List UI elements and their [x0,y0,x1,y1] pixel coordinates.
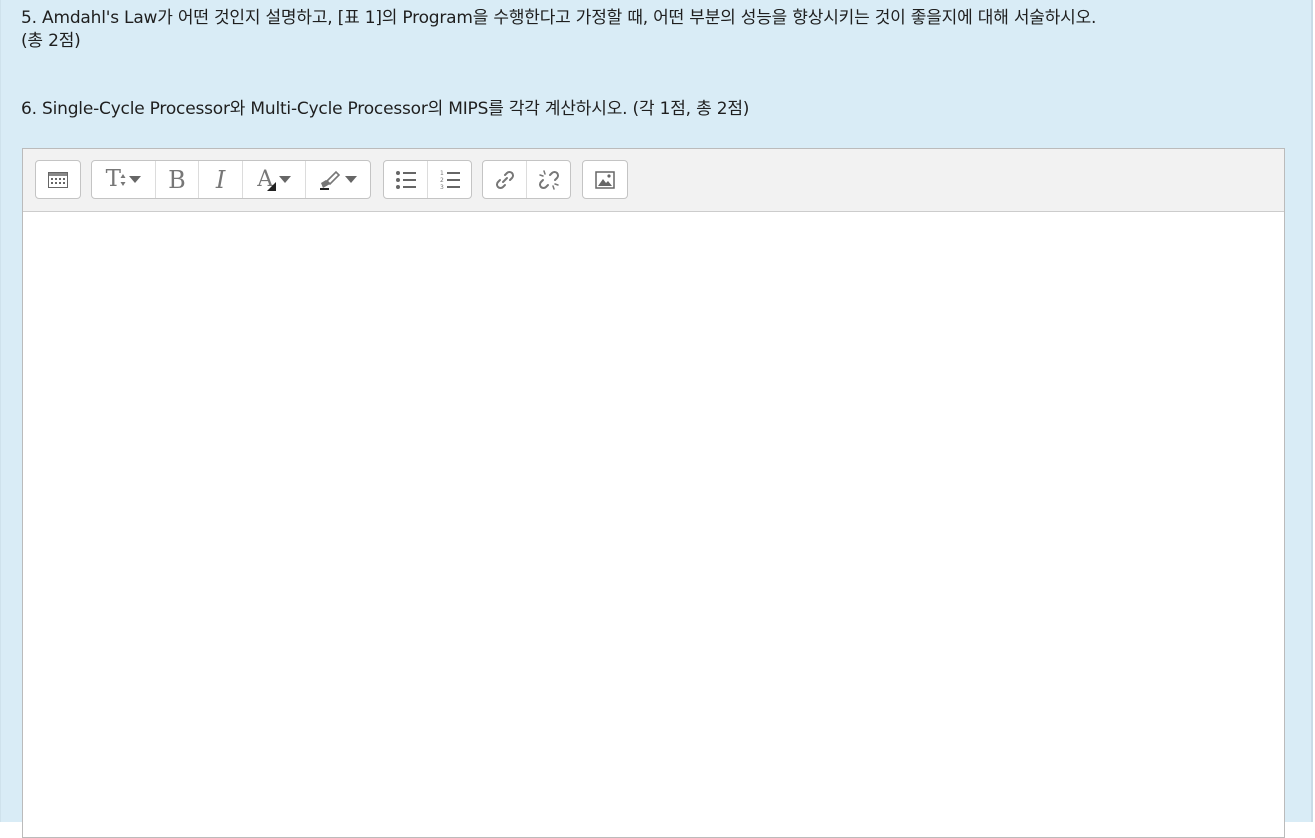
toolbar-group-lists: 123 [383,160,472,199]
question-6-text: 6. Single-Cycle Processor와 Multi-Cycle P… [21,99,750,119]
toolbar-group-media [582,160,628,199]
show-more-buttons-icon [48,171,68,188]
toolbar-group-links [482,160,571,199]
question-5-points: (총 2점) [21,31,81,51]
insert-image-button[interactable] [583,161,627,198]
background-color-icon [319,170,358,190]
italic-button[interactable]: I [199,161,243,198]
bold-button[interactable]: B [156,161,200,198]
svg-text:3: 3 [440,184,444,191]
font-color-button[interactable]: A [243,161,307,198]
chevron-down-icon [345,176,358,183]
ordered-list-button[interactable]: 123 [428,161,471,198]
bold-icon: B [168,165,186,194]
image-icon [595,170,615,189]
editor-content-area[interactable] [23,212,1284,837]
link-button[interactable] [483,161,527,198]
chevron-down-icon [128,176,141,183]
unlink-button[interactable] [527,161,570,198]
answer-editor: T B I A 1 2 3 [22,148,1285,838]
font-color-icon: A [257,168,292,191]
question-panel: 5. Amdahl's Law가 어떤 것인지 설명하고, [표 1]의 Pro… [0,0,1313,838]
text-style-button[interactable]: T [92,161,156,198]
ordered-list-icon: 123 [439,169,461,191]
unlink-icon [538,169,560,191]
unordered-list-icon [395,170,417,190]
svg-text:1: 1 [440,170,444,177]
unordered-list-button[interactable] [384,161,428,198]
text-style-icon: T [106,168,141,191]
question-5-text: 5. Amdahl's Law가 어떤 것인지 설명하고, [표 1]의 Pro… [21,8,1097,28]
svg-text:2: 2 [440,177,444,184]
italic-icon: I [215,165,226,194]
toolbar-group-collapse [35,160,81,199]
editor-toolbar: T B I A 1 2 3 [23,149,1284,212]
link-icon [494,169,516,191]
chevron-down-icon [279,176,292,183]
toolbar-group-style: T B I A [91,160,371,199]
show-more-buttons-button[interactable] [36,161,80,198]
background-color-button[interactable] [306,161,370,198]
